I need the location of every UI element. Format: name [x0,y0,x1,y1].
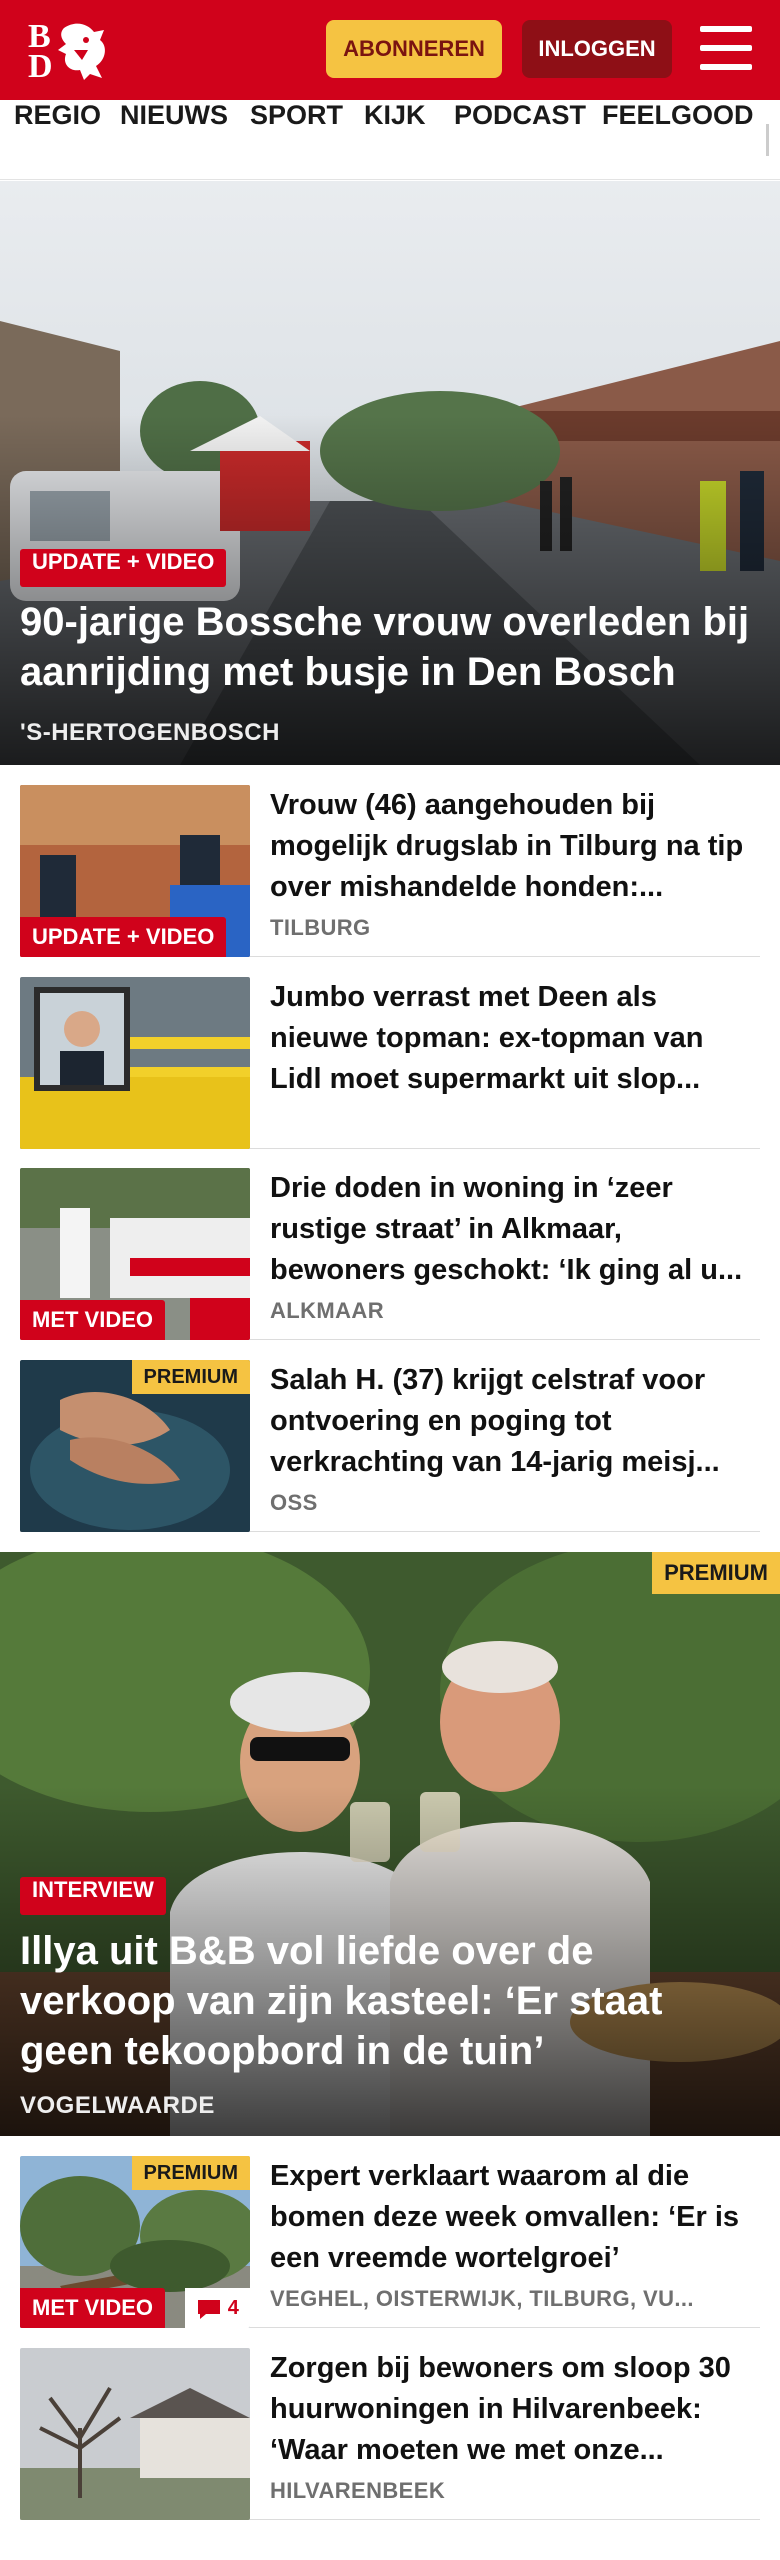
subscribe-button[interactable]: ABONNEREN [326,20,502,78]
list-item[interactable]: PREMIUM MET VIDEO 4 Expert verklaart waa… [20,2156,760,2328]
article-thumbnail: MET VIDEO [20,1168,250,1340]
list-item[interactable]: MET VIDEO Drie doden in woning in ‘zeer … [20,1168,760,1340]
article-thumbnail: UPDATE + VIDEO [20,785,250,957]
nav-item-regio[interactable]: REGIO [14,100,101,179]
article-location: OSS [270,1490,318,1515]
list-item[interactable]: PREMIUM Salah H. (37) krijgt celstraf vo… [20,1360,760,1532]
nav-item-nieuws[interactable]: NIEUWS [120,100,228,179]
logo-letter-d: D [28,48,53,85]
comment-count[interactable]: 4 [185,2288,250,2328]
site-logo[interactable]: B D [28,18,112,85]
top-bar: B D ABONNEREN INLOGGEN [0,0,780,100]
nav-item-sport[interactable]: SPORT [250,100,343,179]
article-title[interactable]: Salah H. (37) krijgt celstraf voor ontvo… [270,1360,750,1483]
login-button[interactable]: INLOGGEN [522,20,672,78]
article-location: HILVARENBEEK [270,2478,446,2503]
hero-article-1[interactable]: UPDATE + VIDEO 90-jarige Bossche vrouw o… [0,181,780,765]
article-title[interactable]: Expert verklaart waarom al die bomen dez… [270,2156,750,2279]
hero-location: VOGELWAARDE [20,2092,215,2119]
article-location: TILBURG [270,915,371,940]
dragon-logo-icon [58,23,105,80]
article-thumbnail [20,2348,250,2520]
hero-tag: UPDATE + VIDEO [20,549,227,587]
nav-item-kijk[interactable]: KIJK [364,100,426,179]
article-thumbnail: PREMIUM MET VIDEO 4 [20,2156,250,2328]
comment-count-value: 4 [227,2297,239,2319]
nav-overflow-edge [766,124,769,156]
hero-shade [0,414,780,765]
list-item[interactable]: UPDATE + VIDEO Vrouw (46) aangehouden bi… [20,785,760,957]
hero-article-2[interactable]: PREMIUM INTERVIEW Illya uit B&B vol lief… [0,1552,780,2136]
premium-badge: PREMIUM [131,1360,250,1394]
article-title[interactable]: Vrouw (46) aangehouden bij mogelijk drug… [270,785,750,908]
premium-badge: PREMIUM [652,1552,780,1594]
article-tag: MET VIDEO [20,2288,166,2328]
article-title[interactable]: Zorgen bij bewoners om sloop 30 huurwoni… [270,2348,750,2471]
list-item[interactable]: Jumbo verrast met Deen als nieuwe topman… [20,977,760,1149]
nav-item-feelgood[interactable]: FEELGOOD [602,100,754,179]
hero-location: 'S-HERTOGENBOSCH [20,719,280,746]
hero-title[interactable]: Illya uit B&B vol liefde over de verkoop… [20,1926,760,2076]
section-nav: REGIO NIEUWS SPORT KIJK PODCAST FEELGOOD [0,100,780,180]
article-tag: UPDATE + VIDEO [20,917,227,957]
article-location: ALKMAAR [270,1298,385,1323]
premium-badge: PREMIUM [131,2156,250,2190]
article-location: VEGHEL, OISTERWIJK, TILBURG, VU... [270,2286,694,2311]
article-title[interactable]: Jumbo verrast met Deen als nieuwe topman… [270,977,750,1100]
article-tag: MET VIDEO [20,1300,166,1340]
list-item[interactable]: Zorgen bij bewoners om sloop 30 huurwoni… [20,2348,760,2520]
article-title[interactable]: Drie doden in woning in ‘zeer rustige st… [270,1168,750,1291]
hero-title[interactable]: 90-jarige Bossche vrouw overleden bij aa… [20,597,760,697]
hero-tag: INTERVIEW [20,1877,166,1915]
article-thumbnail: PREMIUM [20,1360,250,1532]
hamburger-icon[interactable] [700,26,752,70]
nav-item-podcast[interactable]: PODCAST [454,100,586,179]
article-thumbnail [20,977,250,1149]
comment-icon [198,2299,221,2319]
